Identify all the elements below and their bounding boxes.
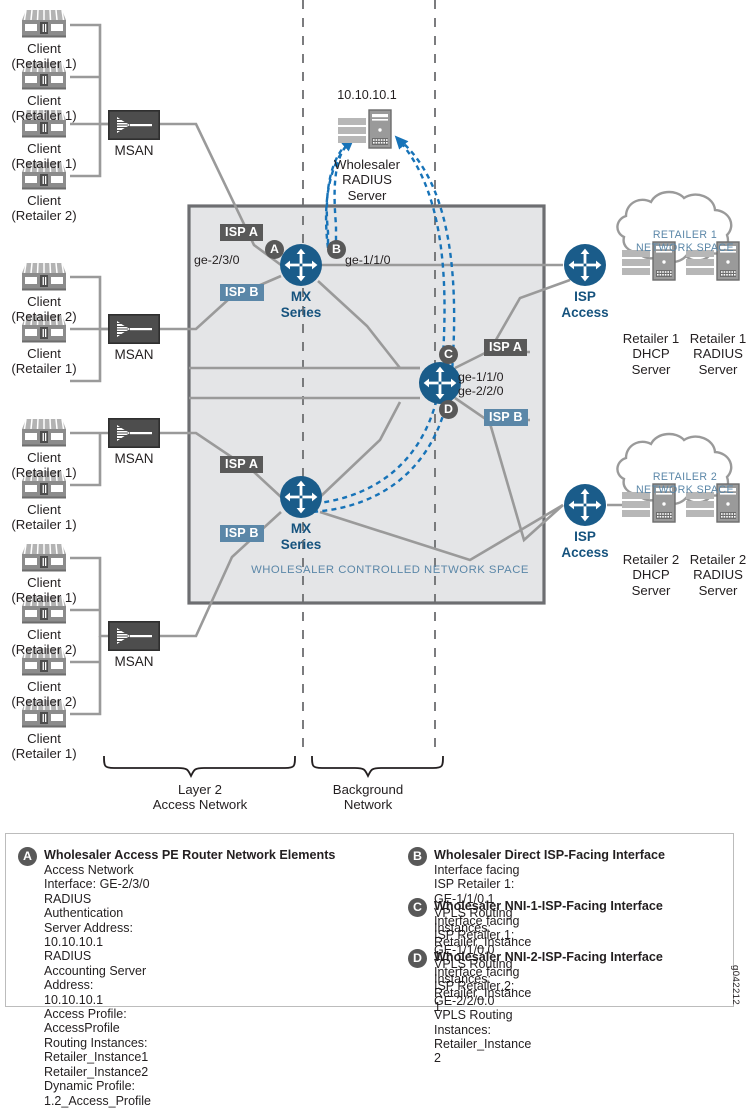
mx-series-top-icon bbox=[280, 244, 322, 286]
isp-a-chip-mid[interactable]: ISP A bbox=[484, 339, 528, 356]
msan-label-2: MSAN bbox=[114, 347, 154, 362]
client-label-c5: Client bbox=[27, 294, 61, 309]
client-label-c10: Client bbox=[27, 627, 61, 642]
figure-id: g042212 bbox=[730, 964, 741, 1005]
client-label-c9: Client bbox=[27, 575, 61, 590]
legend-badge-a: A bbox=[18, 847, 37, 866]
radius-server-ip: 10.10.10.1 bbox=[337, 88, 397, 102]
isp-a-chip-top[interactable]: ISP A bbox=[220, 224, 264, 241]
network-diagram: Client (Retailer 1) Client (Retailer 1) … bbox=[0, 0, 747, 1108]
client-retailer-c1: (Retailer 1) bbox=[11, 56, 77, 71]
bracket-layer2 bbox=[103, 755, 296, 779]
legend-title-c: Wholesaler NNI-1-ISP-Facing Interface bbox=[434, 899, 663, 913]
client-label-c2: Client bbox=[27, 93, 61, 108]
isp-access-bottom-icon bbox=[564, 484, 606, 526]
node-badge-d[interactable]: D bbox=[439, 400, 458, 419]
isp-a-chip-bottom[interactable]: ISP A bbox=[220, 456, 264, 473]
bracket-label-background: Background Network bbox=[332, 782, 404, 813]
mx-series-bottom-icon bbox=[280, 476, 322, 518]
client-retailer-c7: (Retailer 1) bbox=[11, 465, 77, 480]
retailer1-radius-server-label: Retailer 1 RADIUS Server bbox=[689, 331, 747, 377]
node-badge-a[interactable]: A bbox=[265, 240, 284, 259]
msan-label-1: MSAN bbox=[114, 143, 154, 158]
isp-access-top-icon bbox=[564, 244, 606, 286]
legend-lines-d: Interface facing ISP Retailer 2: GE-2/2/… bbox=[434, 965, 532, 1066]
bracket-label-layer2: Layer 2 Access Network bbox=[152, 782, 248, 813]
client-label-c12: Client bbox=[27, 731, 61, 746]
mx-series-middle-icon bbox=[419, 362, 461, 404]
isp-b-chip-mid[interactable]: ISP B bbox=[484, 409, 528, 426]
legend-title-b: Wholesaler Direct ISP-Facing Interface bbox=[434, 848, 665, 862]
msan-icons bbox=[108, 110, 160, 651]
client-retailer-c5: (Retailer 2) bbox=[11, 309, 77, 324]
mx-series-bottom-label: MX Series bbox=[280, 521, 322, 552]
scope-brackets bbox=[103, 755, 444, 779]
client-retailer-c6: (Retailer 1) bbox=[11, 361, 77, 376]
isp-access-top-label: ISP Access bbox=[561, 289, 609, 320]
mx-series-top-label: MX Series bbox=[280, 289, 322, 320]
client-retailer-c8: (Retailer 1) bbox=[11, 517, 77, 532]
wholesaler-zone-label: WHOLESALER CONTROLLED NETWORK SPACE bbox=[251, 564, 529, 576]
node-badge-c[interactable]: C bbox=[439, 345, 458, 364]
node-badge-b[interactable]: B bbox=[327, 240, 346, 259]
client-retailer-c2: (Retailer 1) bbox=[11, 108, 77, 123]
client-retailer-c12: (Retailer 1) bbox=[11, 746, 77, 761]
radius-server-label: Wholesaler RADIUS Server bbox=[334, 157, 400, 203]
legend-title-a: Wholesaler Access PE Router Network Elem… bbox=[44, 848, 336, 862]
retailer2-radius-server-label: Retailer 2 RADIUS Server bbox=[689, 552, 747, 598]
msan-label-3: MSAN bbox=[114, 451, 154, 466]
msan-label-4: MSAN bbox=[114, 654, 154, 669]
iface-label-ge-2-3-0: ge-2/3/0 bbox=[194, 253, 240, 267]
legend-badge-b: B bbox=[408, 847, 427, 866]
legend-box: A Wholesaler Access PE Router Network El… bbox=[5, 833, 734, 1108]
retailer2-cloud-label: RETAILER 2 NETWORK SPACE bbox=[635, 471, 735, 496]
client-retailer-c11: (Retailer 2) bbox=[11, 694, 77, 709]
client-label-c11: Client bbox=[27, 679, 61, 694]
client-label-c4: Client bbox=[27, 193, 61, 208]
legend-lines-a: Access Network Interface: GE-2/3/0 RADIU… bbox=[44, 863, 152, 1108]
legend-badge-d: D bbox=[408, 949, 427, 968]
client-retailer-c4: (Retailer 2) bbox=[11, 208, 77, 223]
legend-badge-c: C bbox=[408, 898, 427, 917]
client-label-c8: Client bbox=[27, 502, 61, 517]
retailer1-cloud-label: RETAILER 1 NETWORK SPACE bbox=[635, 229, 735, 254]
client-label-c1: Client bbox=[27, 41, 61, 56]
iface-label-ge-1-1-0-top: ge-1/1/0 bbox=[345, 253, 391, 267]
iface-labels-mid: ge-1/1/0 ge-2/2/0 bbox=[458, 370, 504, 398]
legend-title-d: Wholesaler NNI-2-ISP-Facing Interface bbox=[434, 950, 663, 964]
wholesaler-radius-server-icon bbox=[338, 109, 392, 149]
client-retailer-c9: (Retailer 1) bbox=[11, 590, 77, 605]
bracket-background bbox=[311, 755, 444, 779]
